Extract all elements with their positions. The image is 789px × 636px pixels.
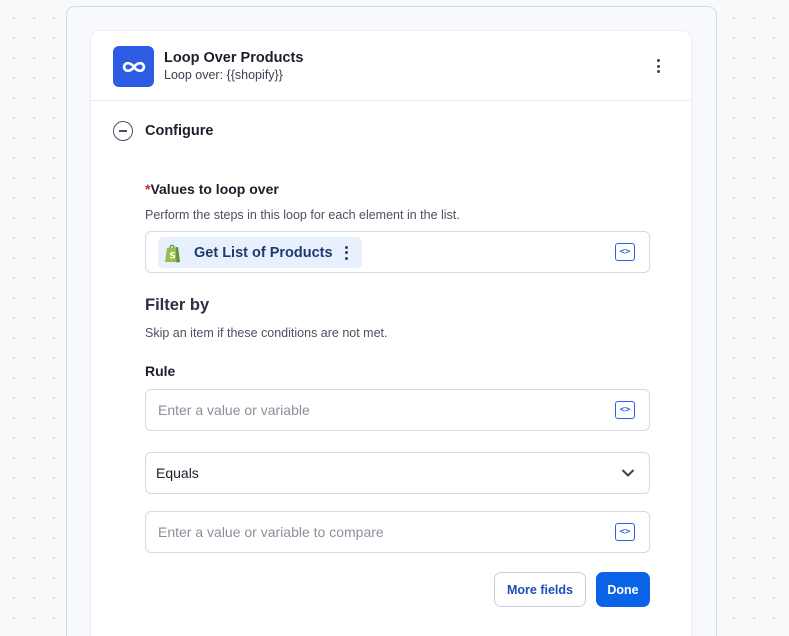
configure-label: Configure xyxy=(145,123,214,139)
shopify-bag-icon: S xyxy=(165,244,180,263)
operator-select[interactable]: Equals xyxy=(145,452,650,494)
compare-input[interactable]: Enter a value or variable to compare <> xyxy=(145,511,650,553)
variable-chip[interactable]: S Get List of Products xyxy=(158,237,362,268)
step-menu-icon[interactable] xyxy=(647,55,669,77)
step-header[interactable]: Loop Over Products Loop over: {{shopify}… xyxy=(91,31,691,101)
rule-label: Rule xyxy=(145,363,176,379)
filter-help: Skip an item if these conditions are not… xyxy=(145,326,388,340)
insert-variable-icon[interactable]: <> xyxy=(615,401,635,419)
rule-placeholder: Enter a value or variable xyxy=(158,402,310,418)
infinity-icon xyxy=(113,46,154,87)
step-title: Loop Over Products xyxy=(164,50,304,66)
collapse-icon[interactable] xyxy=(113,121,133,141)
step-card: Loop Over Products Loop over: {{shopify}… xyxy=(91,31,691,636)
operator-value: Equals xyxy=(156,465,199,481)
step-subtitle: Loop over: {{shopify}} xyxy=(164,68,283,82)
configure-toggle[interactable]: Configure xyxy=(113,120,213,142)
chip-menu-icon[interactable] xyxy=(341,244,351,261)
done-button[interactable]: Done xyxy=(596,572,650,607)
rule-input[interactable]: Enter a value or variable <> xyxy=(145,389,650,431)
chevron-down-icon xyxy=(622,469,634,477)
values-field-label: *Values to loop over xyxy=(145,181,279,197)
more-fields-button[interactable]: More fields xyxy=(494,572,586,607)
values-field-help: Perform the steps in this loop for each … xyxy=(145,208,460,222)
values-input[interactable]: S Get List of Products <> xyxy=(145,231,650,273)
insert-variable-icon[interactable]: <> xyxy=(615,243,635,261)
insert-variable-icon[interactable]: <> xyxy=(615,523,635,541)
compare-placeholder: Enter a value or variable to compare xyxy=(158,524,384,540)
variable-chip-label: Get List of Products xyxy=(194,245,333,261)
values-field-label-text: Values to loop over xyxy=(150,181,279,197)
svg-text:S: S xyxy=(169,252,175,262)
filter-title: Filter by xyxy=(145,296,210,314)
